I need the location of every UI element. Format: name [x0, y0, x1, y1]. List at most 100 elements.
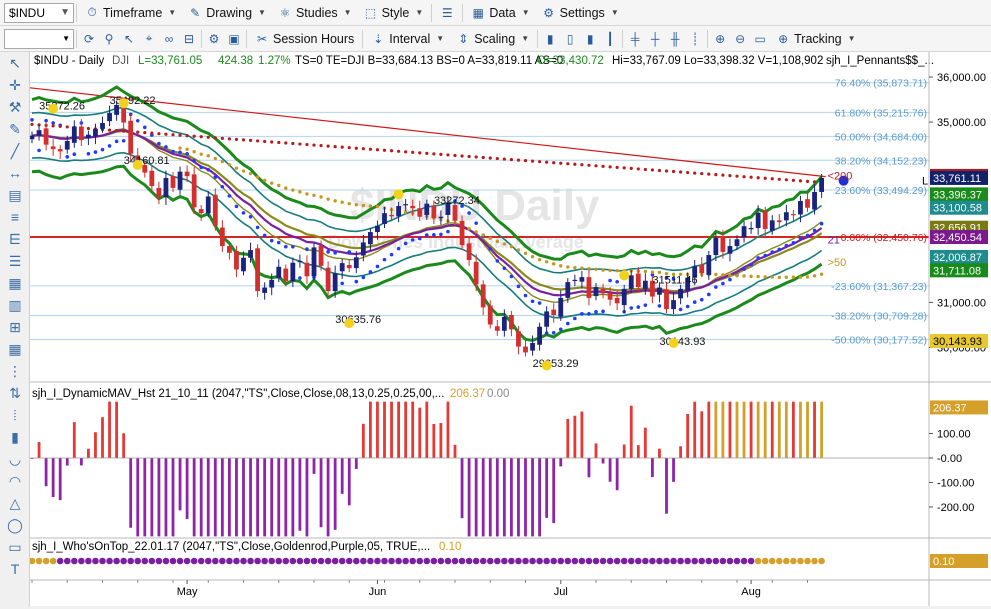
chart-svg[interactable]: $INDU - Daily DJI L=33,761.05 424.38 1.2…	[28, 52, 991, 606]
text-tool-icon[interactable]: T	[2, 558, 28, 580]
hlc-bars-icon[interactable]: ┼	[646, 30, 664, 48]
candlestick-icon[interactable]: ▮	[541, 30, 559, 48]
whos-on-top-dot	[204, 557, 212, 565]
crosshair-icon[interactable]: ⌖	[140, 30, 158, 48]
histogram-bar	[735, 401, 739, 458]
time-axis[interactable]: May Jun Jul Aug	[31, 580, 808, 598]
toolbar-separator	[622, 29, 624, 48]
time-lines-icon[interactable]: ⦙	[2, 404, 28, 426]
candle-body	[78, 126, 84, 141]
cycles-icon[interactable]: ⋮	[2, 360, 28, 382]
fit-icon[interactable]: ▭	[751, 30, 769, 48]
indicator-settings-icon[interactable]: ⚙	[205, 30, 223, 48]
link-chain-icon[interactable]: ∞	[160, 30, 178, 48]
fib-fan-icon[interactable]: ⋿	[2, 228, 28, 250]
trendline-icon[interactable]: ╱	[2, 140, 28, 162]
style-button[interactable]: ⬚ Style ▼	[358, 2, 430, 24]
arrows-icon[interactable]: ⇅	[2, 382, 28, 404]
blue-dot	[333, 251, 337, 255]
bars-icon[interactable]: ▮	[2, 426, 28, 448]
histogram-bar	[813, 401, 816, 458]
session-hours-button[interactable]: ✂ Session Hours	[249, 28, 360, 50]
channel-icon[interactable]: ▤	[2, 184, 28, 206]
grid-icon[interactable]: ▥	[2, 294, 28, 316]
pitchfork-icon[interactable]: ⊞	[2, 316, 28, 338]
candle-body	[805, 199, 810, 208]
candlestick-alt-icon[interactable]: ▮	[581, 30, 599, 48]
candle-body	[424, 203, 430, 215]
candlestick-hollow-icon[interactable]: ▯	[561, 30, 579, 48]
dot-icon[interactable]: ┊	[686, 30, 704, 48]
cursor-icon[interactable]: ↖	[120, 30, 138, 48]
ellipse-icon[interactable]: ◯	[2, 514, 28, 536]
ma200-dot	[523, 159, 528, 163]
levels-icon[interactable]: ☰	[2, 250, 28, 272]
data-button[interactable]: ▦ Data ▼	[465, 2, 535, 24]
session-icon: ✂	[256, 31, 268, 46]
interval-input[interactable]: ▼	[4, 28, 74, 49]
scaling-button[interactable]: ⇕ Scaling ▼	[450, 28, 535, 50]
wrench-icon[interactable]: ⚒	[2, 96, 28, 118]
study1-title: sjh_I_DynamicMAV_Hst 21_10_11 (2047,"TS"…	[32, 388, 444, 400]
ruler-icon[interactable]: ⊟	[180, 30, 198, 48]
blue-dot	[37, 148, 41, 153]
ochre-dot	[566, 265, 570, 269]
histogram-bar	[354, 458, 358, 469]
zoom-in-icon[interactable]: ⊕	[711, 30, 729, 48]
zoom-out-icon[interactable]: ⊖	[731, 30, 749, 48]
histogram-bar	[763, 401, 767, 458]
candle-body	[170, 176, 176, 188]
gann-icon[interactable]: ▦	[2, 272, 28, 294]
pencil-icon[interactable]: ✎	[2, 118, 28, 140]
ochre-dot	[284, 186, 288, 190]
ochre-dot	[375, 204, 380, 209]
fibonacci-icon[interactable]: ≡	[2, 206, 28, 228]
rectangle-icon[interactable]: ▭	[2, 536, 28, 558]
bar-chart-icon[interactable]: ┃	[601, 30, 619, 48]
interval-dropdown-icon[interactable]: ▼	[62, 34, 70, 43]
histogram-bar	[742, 401, 746, 458]
link-icon[interactable]: ⚲	[100, 30, 118, 48]
study2-axis[interactable]: 0.10	[930, 554, 988, 568]
blue-dot	[206, 167, 211, 172]
ma200-dot	[270, 140, 274, 144]
candle-body	[600, 288, 606, 294]
arc-icon[interactable]: ◡	[2, 448, 28, 470]
histogram-bar	[524, 458, 527, 537]
table-icon[interactable]: ▦	[2, 338, 28, 360]
calculator-icon[interactable]: ▣	[225, 30, 243, 48]
refresh-icon[interactable]: ⟳	[80, 30, 98, 48]
horizontal-line-icon[interactable]: ↔	[2, 162, 28, 184]
studies-button[interactable]: ⚛ Studies ▼	[272, 2, 358, 24]
crosshair-tool-icon[interactable]: ✛	[2, 74, 28, 96]
select-arrow-icon[interactable]: ↖	[2, 52, 28, 74]
histogram-bar	[439, 423, 443, 458]
interval-button[interactable]: ⇣ Interval ▼	[365, 28, 450, 50]
settings-label: Settings	[559, 5, 605, 20]
settings-button[interactable]: ⚙ Settings ▼	[536, 2, 625, 24]
price-axis[interactable]: 36,000.0035,000.0031,000.0030,000.0033,8…	[929, 72, 988, 354]
timeframe-button[interactable]: ⏱ Timeframe ▼	[79, 2, 182, 24]
study1-value1: 206.37	[450, 388, 485, 400]
candle-body	[516, 331, 521, 347]
whos-on-top-dot	[677, 557, 684, 565]
swing-marker	[344, 318, 355, 329]
whos-on-top-dot	[761, 557, 769, 565]
arc-alt-icon[interactable]: ◠	[2, 470, 28, 492]
whos-on-top-dot	[162, 557, 170, 565]
tracking-button[interactable]: ⊕ Tracking ▼	[770, 28, 861, 50]
layout-button[interactable]: ☰	[434, 2, 460, 24]
blue-dot	[636, 305, 641, 309]
triangle-icon[interactable]: △	[2, 492, 28, 514]
line-icon[interactable]: ╫	[666, 30, 684, 48]
ma200-dot	[375, 148, 380, 152]
chart-area[interactable]: $INDU - Daily DJI L=33,761.05 424.38 1.2…	[28, 52, 991, 606]
blue-dot	[375, 264, 380, 269]
ohlc-bars-icon[interactable]: ╪	[626, 30, 644, 48]
symbol-dropdown-icon[interactable]: ▼	[60, 7, 73, 18]
whos-on-top-dot	[183, 557, 191, 565]
histogram-bar	[199, 458, 203, 537]
drawing-button[interactable]: ✎ Drawing ▼	[182, 2, 272, 24]
symbol-input[interactable]: $INDU ▼	[4, 2, 74, 23]
study1-axis[interactable]: 100.00 -0.00 -100.00 -200.00 206.37	[929, 400, 988, 514]
